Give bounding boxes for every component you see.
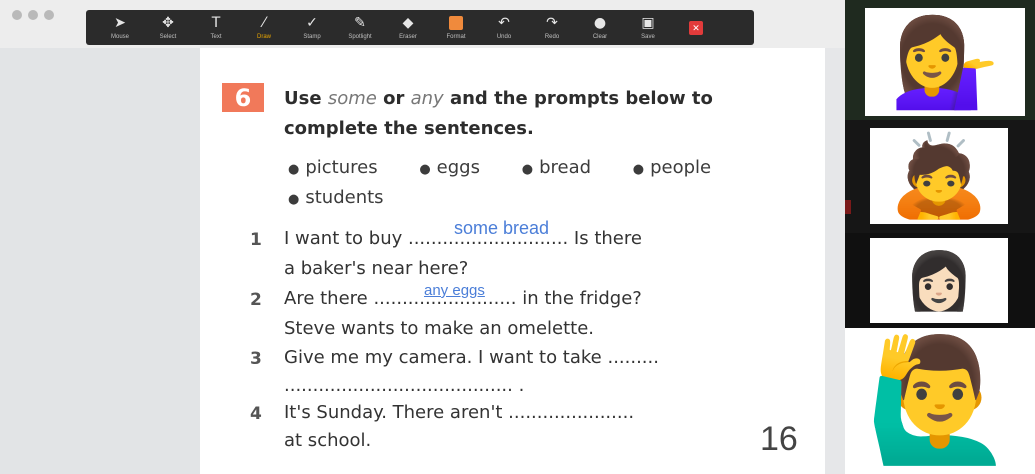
toolbar-text-button[interactable]: T Text	[192, 16, 240, 40]
text-icon: T	[211, 14, 221, 31]
handwritten-answer: some bread	[454, 218, 550, 238]
toolbar-eraser-button[interactable]: ◆ Eraser	[384, 16, 432, 40]
toolbar-label: Mouse	[110, 33, 129, 40]
toolbar-spotlight-button[interactable]: ✎ Spotlight	[336, 16, 384, 40]
window-close-control[interactable]	[12, 10, 22, 20]
item-line: a baker's near here?	[284, 258, 469, 279]
spotlight-icon: ✎	[354, 14, 366, 31]
toolbar-clear-button[interactable]: ● Clear	[576, 16, 624, 40]
item-line: It's Sunday. There aren't ..............…	[284, 402, 635, 423]
toolbar-mouse-button[interactable]: ➤ Mouse	[96, 16, 144, 40]
exercise-number-badge: 6	[222, 83, 264, 112]
toolbar-label: Draw	[256, 33, 271, 40]
draw-icon: ⁄	[262, 14, 266, 31]
toolbar-label: Eraser	[399, 33, 417, 40]
item-number: 1	[250, 230, 262, 250]
toolbar-label: Save	[641, 33, 655, 40]
toolbar-format-button[interactable]: Format	[432, 15, 480, 40]
toolbar-label: Text	[210, 33, 222, 40]
participant-tile[interactable]: 🙇	[845, 120, 1035, 233]
window-minimize-control[interactable]	[28, 10, 38, 20]
prompt-item: ● students	[288, 187, 384, 208]
toolbar-save-button[interactable]: ▣ Save	[624, 16, 672, 40]
video-artifact	[845, 200, 851, 214]
participant-video: 🙇	[870, 128, 1008, 224]
man-raising-hand-icon: 🙋‍♂️	[865, 333, 1015, 467]
format-swatch	[449, 15, 463, 30]
instruction-part: Use	[284, 88, 328, 109]
toolbar-label: Undo	[496, 33, 512, 40]
toolbar-label: Spotlight	[348, 33, 372, 40]
instruction-word-any: any	[410, 88, 444, 109]
select-icon: ✥	[162, 14, 174, 31]
person-bowing-icon: 🙇	[889, 131, 989, 220]
prompt-item: ● eggs	[419, 157, 480, 178]
side-text	[760, 12, 845, 42]
prompt-list: ● pictures ● eggs ● bread ● people ● students	[288, 154, 758, 214]
toolbar-label: Select	[159, 33, 177, 40]
toolbar-undo-button[interactable]: ↶ Undo	[480, 16, 528, 40]
window-controls	[12, 10, 54, 20]
save-icon: ▣	[641, 14, 655, 31]
exercise-instruction: Use some or any and the prompts below to…	[284, 84, 784, 144]
toolbar-label: Clear	[592, 33, 608, 40]
participant-video: 👩🏻	[870, 238, 1008, 323]
toolbar-label: Redo	[544, 33, 560, 40]
annotation-toolbar: ➤ Mouse ✥ Select T Text ⁄ Draw ✓ Stamp ✎ Spotlight ◆…	[86, 10, 754, 45]
window-zoom-control[interactable]	[44, 10, 54, 20]
item-line: Steve wants to make an omelette.	[284, 318, 595, 339]
toolbar-stamp-button[interactable]: ✓ Stamp	[288, 16, 336, 40]
toolbar-close-button[interactable]: ✕	[672, 20, 720, 35]
page-number: 16	[760, 420, 798, 458]
item-line: Give me my camera. I want to take ......…	[284, 347, 659, 368]
handwritten-answer: any eggs	[424, 282, 485, 299]
redo-icon: ↷	[546, 14, 558, 31]
prompt-row: ● pictures ● eggs ● bread ● people	[288, 154, 758, 184]
prompt-item: ● people	[632, 157, 712, 178]
instruction-word-some: some	[327, 88, 377, 109]
toolbar-label: Stamp	[303, 33, 321, 40]
stamp-icon: ✓	[306, 14, 318, 31]
item-line: ........................................…	[284, 375, 525, 396]
woman-face-icon: 👩🏻	[904, 248, 974, 312]
participant-video: 🙋‍♂️	[845, 328, 1035, 474]
toolbar-select-button[interactable]: ✥ Select	[144, 16, 192, 40]
prompt-row: ● students	[288, 184, 758, 214]
undo-icon: ↶	[498, 14, 510, 31]
item-number: 4	[250, 404, 262, 424]
item-number: 3	[250, 349, 262, 369]
participant-tile[interactable]: 💁‍♀️	[845, 0, 1035, 120]
toolbar-label: Format	[446, 33, 466, 40]
participant-tile[interactable]: 👩🏻	[845, 233, 1035, 328]
clear-icon: ●	[593, 14, 607, 31]
participant-video: 💁‍♀️	[865, 8, 1025, 116]
participant-tile[interactable]: 🙋‍♂️	[845, 328, 1035, 474]
woman-tipping-hand-icon: 💁‍♀️	[890, 11, 1000, 111]
instruction-part: or	[376, 88, 411, 109]
toolbar-redo-button[interactable]: ↷ Redo	[528, 16, 576, 40]
format-icon	[449, 15, 463, 32]
close-icon: ✕	[689, 20, 703, 35]
prompt-item: ● bread	[521, 157, 592, 178]
toolbar-draw-button[interactable]: ⁄ Draw	[240, 16, 288, 40]
prompt-item: ● pictures	[288, 157, 378, 178]
eraser-icon: ◆	[402, 14, 414, 31]
mouse-pointer-icon: ➤	[114, 14, 126, 31]
item-number: 2	[250, 290, 262, 310]
right-gutter	[825, 48, 845, 474]
item-line: at school.	[284, 430, 372, 451]
left-panel	[0, 48, 200, 474]
